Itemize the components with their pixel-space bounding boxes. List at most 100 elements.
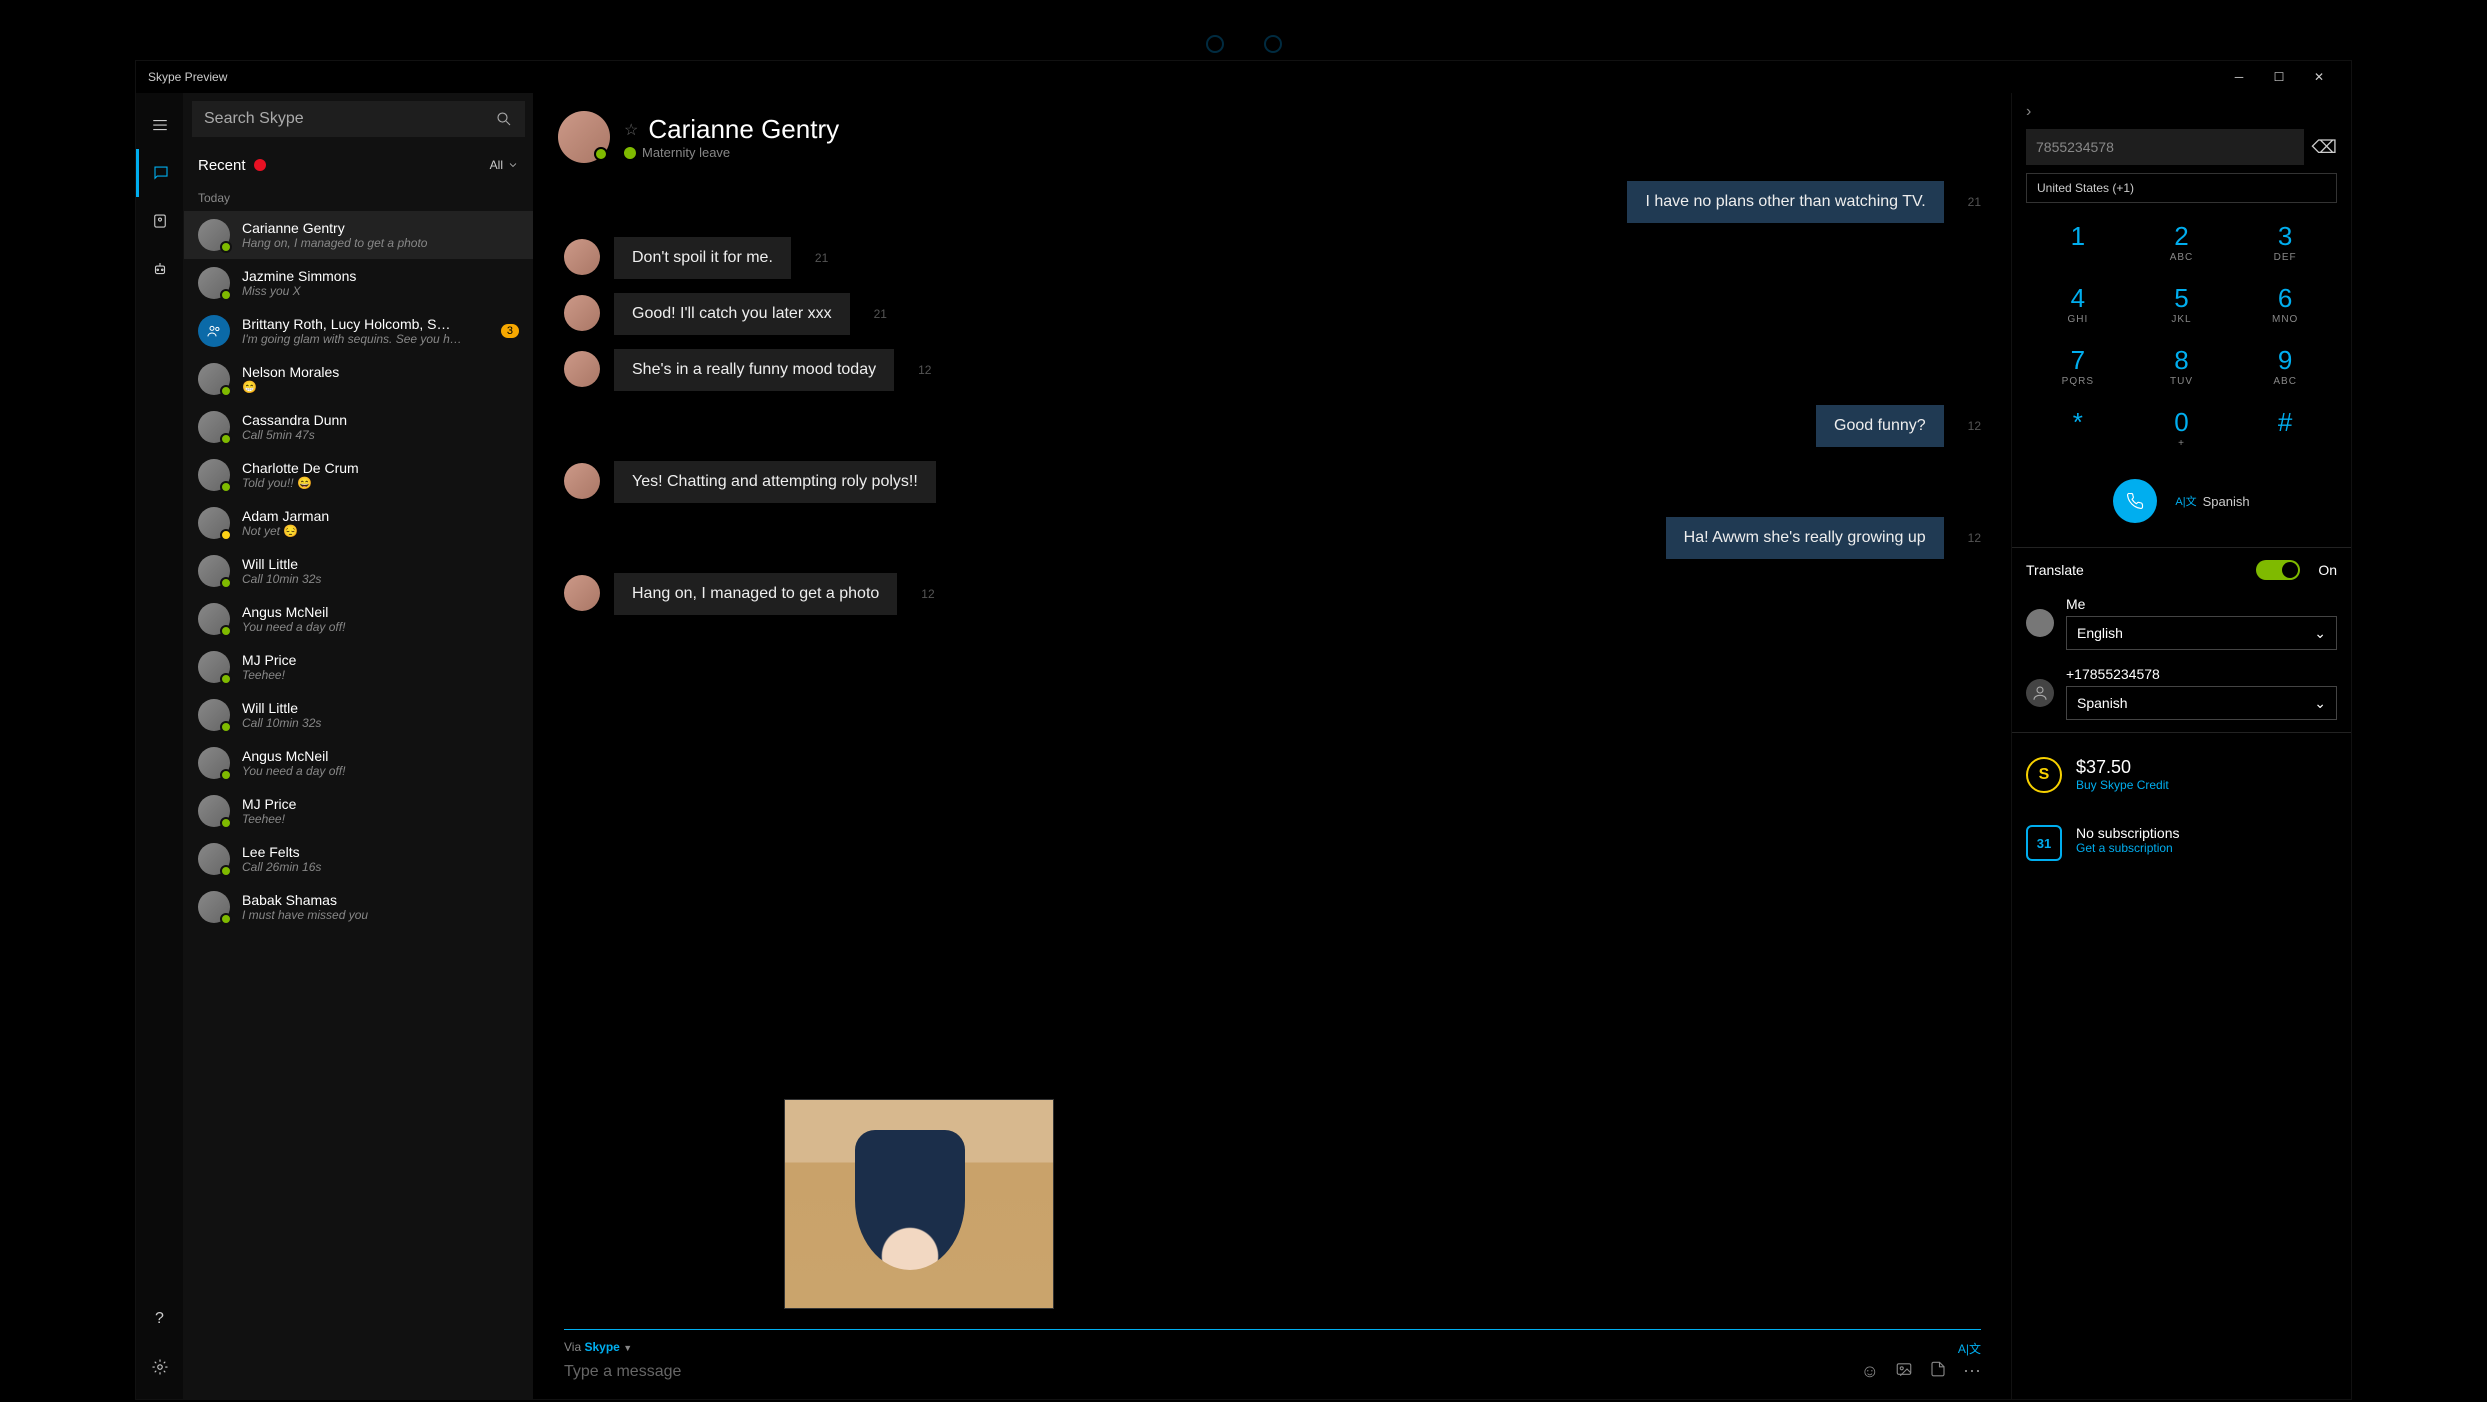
section-label: Recent: [198, 157, 246, 174]
message-bubble[interactable]: Ha! Awwm she's really growing up: [1666, 517, 1944, 559]
menu-icon[interactable]: [136, 101, 184, 149]
contact-preview: Call 26min 16s: [242, 860, 519, 874]
contact-avatar: [198, 267, 230, 299]
dialpad-key-*[interactable]: *: [2026, 397, 2130, 459]
more-icon[interactable]: ⋯: [1963, 1361, 1981, 1382]
photo-attachment[interactable]: [784, 1099, 1054, 1309]
contact-avatar: [198, 363, 230, 395]
presence-indicator: [220, 769, 232, 781]
message-outgoing: I have no plans other than watching TV. 2…: [564, 181, 1981, 223]
chevron-down-icon: ⌄: [2314, 695, 2326, 712]
contact-preview: Teehee!: [242, 668, 519, 682]
dialpad-key-9[interactable]: 9ABC: [2233, 335, 2337, 397]
via-label[interactable]: Via Skype ▼ A|文: [564, 1340, 1981, 1354]
contact-preview: Call 10min 32s: [242, 572, 519, 586]
contact-preview: Hang on, I managed to get a photo: [242, 236, 519, 250]
conversation-item[interactable]: Lee FeltsCall 26min 16s: [184, 835, 533, 883]
translate-toggle[interactable]: [2256, 560, 2300, 580]
attach-file-icon[interactable]: [1929, 1360, 1947, 1383]
dialpad-key-6[interactable]: 6MNO: [2233, 273, 2337, 335]
country-select[interactable]: United States (+1): [2026, 173, 2337, 203]
backspace-icon[interactable]: ⌫: [2312, 137, 2337, 158]
message-bubble[interactable]: Don't spoil it for me.: [614, 237, 791, 279]
message-bubble[interactable]: Good! I'll catch you later xxx: [614, 293, 850, 335]
conversation-item[interactable]: MJ PriceTeehee!: [184, 643, 533, 691]
conversation-item[interactable]: Angus McNeilYou need a day off!: [184, 595, 533, 643]
close-button[interactable]: ✕: [2299, 62, 2339, 92]
message-bubble[interactable]: Hang on, I managed to get a photo: [614, 573, 897, 615]
dialpad-key-2[interactable]: 2ABC: [2130, 211, 2234, 273]
contact-name: MJ Price: [242, 652, 519, 668]
unread-dot: [254, 159, 266, 171]
call-button[interactable]: [2113, 479, 2157, 523]
message-timestamp: 21: [1968, 195, 1981, 209]
translate-icon[interactable]: A|文: [1958, 1340, 1981, 1357]
conversation-item[interactable]: Babak ShamasI must have missed you: [184, 883, 533, 931]
favorite-icon[interactable]: ☆: [624, 120, 638, 140]
conversation-item[interactable]: Brittany Roth, Lucy Holcomb, S…I'm going…: [184, 307, 533, 355]
chat-icon[interactable]: [136, 149, 184, 197]
chat-avatar[interactable]: [558, 111, 610, 163]
contacts-icon[interactable]: [136, 197, 184, 245]
collapse-panel-icon[interactable]: ›: [2026, 103, 2337, 121]
contact-avatar: [198, 411, 230, 443]
emoji-icon[interactable]: ☺: [1861, 1361, 1879, 1382]
conversation-item[interactable]: Charlotte De CrumTold you!! 😄: [184, 451, 533, 499]
message-timestamp: 21: [874, 307, 887, 321]
message-avatar: [564, 463, 600, 499]
unread-badge: 3: [501, 324, 519, 338]
me-avatar: [2026, 609, 2054, 637]
conversation-item[interactable]: Adam JarmanNot yet 😔: [184, 499, 533, 547]
contact-language-select[interactable]: Spanish⌄: [2066, 686, 2337, 720]
message-bubble[interactable]: Good funny?: [1816, 405, 1944, 447]
message-bubble[interactable]: I have no plans other than watching TV.: [1627, 181, 1943, 223]
minimize-button[interactable]: ─: [2219, 62, 2259, 92]
contact-preview: I must have missed you: [242, 908, 519, 922]
dialpad-key-5[interactable]: 5JKL: [2130, 273, 2234, 335]
conversation-item[interactable]: MJ PriceTeehee!: [184, 787, 533, 835]
group-avatar: [198, 315, 230, 347]
presence-indicator: [220, 865, 232, 877]
search-input[interactable]: Search Skype: [192, 101, 525, 137]
dialpad-key-3[interactable]: 3DEF: [2233, 211, 2337, 273]
dialpad-key-4[interactable]: 4GHI: [2026, 273, 2130, 335]
conversation-item[interactable]: Nelson Morales😁: [184, 355, 533, 403]
presence-indicator: [220, 289, 232, 301]
conversation-item[interactable]: Cassandra DunnCall 5min 47s: [184, 403, 533, 451]
conversation-item[interactable]: Will LittleCall 10min 32s: [184, 547, 533, 595]
filter-dropdown[interactable]: All: [490, 158, 519, 172]
presence-indicator: [220, 673, 232, 685]
call-language[interactable]: A|文Spanish: [2175, 493, 2249, 509]
conversation-item[interactable]: Jazmine SimmonsMiss you X: [184, 259, 533, 307]
attach-image-icon[interactable]: [1895, 1360, 1913, 1383]
presence-indicator: [220, 385, 232, 397]
buy-credit-link[interactable]: Buy Skype Credit: [2076, 778, 2169, 792]
me-language-select[interactable]: English⌄: [2066, 616, 2337, 650]
message-bubble[interactable]: She's in a really funny mood today: [614, 349, 894, 391]
contact-avatar: [198, 603, 230, 635]
settings-icon[interactable]: [136, 1343, 184, 1391]
dialpad-key-#[interactable]: #: [2233, 397, 2337, 459]
get-subscription-link[interactable]: Get a subscription: [2076, 841, 2180, 855]
contact-name: Brittany Roth, Lucy Holcomb, S…: [242, 316, 489, 332]
contact-avatar: [198, 843, 230, 875]
contact-name: Will Little: [242, 556, 519, 572]
dialpad-key-8[interactable]: 8TUV: [2130, 335, 2234, 397]
help-icon[interactable]: ?: [136, 1295, 184, 1343]
message-incoming: Don't spoil it for me.21: [564, 237, 1981, 279]
bots-icon[interactable]: [136, 245, 184, 293]
conversation-item[interactable]: Carianne GentryHang on, I managed to get…: [184, 211, 533, 259]
dialpad-key-7[interactable]: 7PQRS: [2026, 335, 2130, 397]
maximize-button[interactable]: ☐: [2259, 62, 2299, 92]
conversation-item[interactable]: Will LittleCall 10min 32s: [184, 691, 533, 739]
message-bubble[interactable]: Yes! Chatting and attempting roly polys!…: [614, 461, 936, 503]
contact-avatar: [198, 699, 230, 731]
contact-avatar: [198, 651, 230, 683]
dialpad-key-0[interactable]: 0+: [2130, 397, 2234, 459]
presence-indicator: [220, 721, 232, 733]
message-input[interactable]: Type a message: [564, 1363, 1845, 1381]
dialpad-key-1[interactable]: 1: [2026, 211, 2130, 273]
contact-name: MJ Price: [242, 796, 519, 812]
conversation-item[interactable]: Angus McNeilYou need a day off!: [184, 739, 533, 787]
phone-number-input[interactable]: 7855234578: [2026, 129, 2304, 165]
